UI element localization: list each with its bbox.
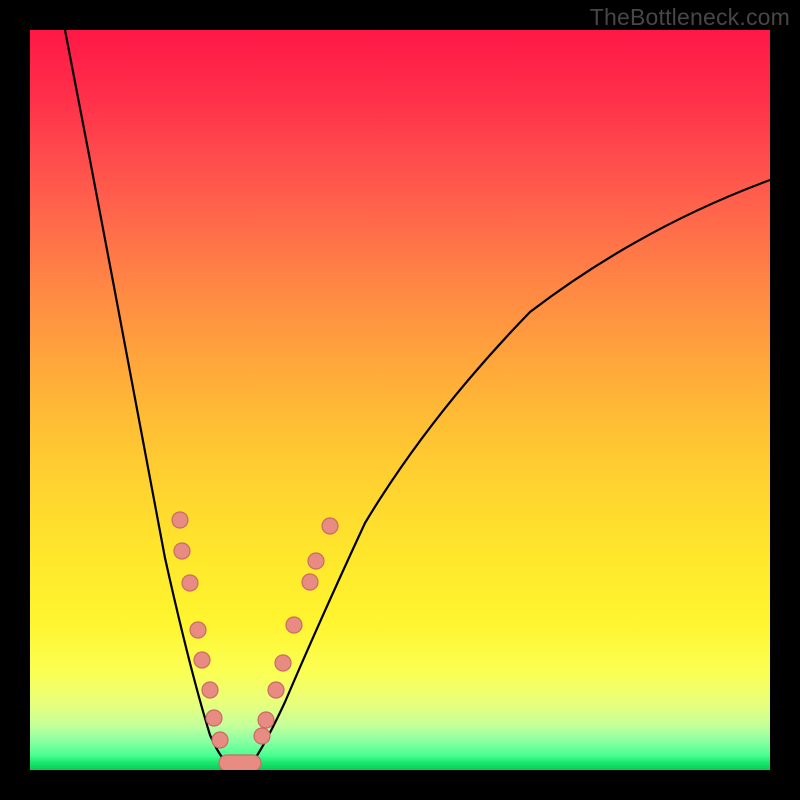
chart-frame: TheBottleneck.com	[0, 0, 800, 800]
data-dot	[275, 655, 291, 671]
plot-area	[30, 30, 770, 770]
data-dot	[308, 553, 324, 569]
data-dot-flat	[219, 755, 261, 770]
watermark-text: TheBottleneck.com	[590, 4, 790, 31]
data-dot	[254, 728, 270, 744]
data-dot	[174, 543, 190, 559]
data-dot	[206, 710, 222, 726]
data-dot	[258, 712, 274, 728]
data-dot	[322, 518, 338, 534]
curve-layer	[30, 30, 770, 770]
data-dot	[268, 682, 284, 698]
data-dot	[194, 652, 210, 668]
data-dot	[182, 575, 198, 591]
data-dot	[172, 512, 188, 528]
data-dot	[212, 732, 228, 748]
data-dot	[190, 622, 206, 638]
curve-right-branch	[252, 180, 770, 763]
data-dot	[286, 617, 302, 633]
data-dot	[302, 574, 318, 590]
data-dot	[202, 682, 218, 698]
